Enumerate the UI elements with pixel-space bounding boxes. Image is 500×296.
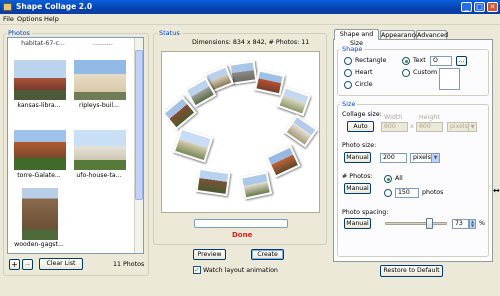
photo-spacing-slider[interactable] (385, 218, 447, 229)
photo-count: 11 Photos (113, 261, 145, 268)
photo-size-input[interactable]: 200 (380, 153, 407, 163)
num-photos-all-label: All (395, 175, 403, 182)
width-label: Width (384, 114, 403, 121)
scrollbar-thumb[interactable] (135, 50, 143, 200)
shape-text-label: Text (413, 57, 426, 64)
shape-circle-radio[interactable] (344, 81, 352, 89)
chevron-down-icon: ▼ (431, 154, 439, 162)
menu-bar: File Options Help (0, 14, 500, 25)
shape-text-radio[interactable] (402, 57, 410, 65)
dimensions-text: Dimensions: 834 x 842, # Photos: 11 (192, 39, 310, 46)
num-photos-custom-radio[interactable] (384, 189, 392, 197)
photo-spacing-label: Photo spacing: (342, 209, 389, 216)
height-input[interactable]: 600 (416, 122, 443, 132)
maximize-button[interactable]: □ (474, 2, 485, 12)
shape-custom-radio[interactable] (402, 69, 410, 77)
list-item[interactable] (22, 188, 58, 240)
slider-handle[interactable] (426, 218, 434, 229)
shape-rectangle-radio[interactable] (344, 57, 352, 65)
list-item[interactable] (74, 130, 126, 170)
collage-unit-select[interactable]: pixels ▼ (447, 122, 477, 132)
menu-options[interactable]: Options (17, 15, 42, 23)
list-item-label: wooden-gagst... (14, 241, 64, 248)
custom-shape-preview[interactable] (439, 68, 460, 90)
shape-custom-label: Custom (413, 69, 438, 76)
watch-animation-checkbox[interactable]: ✓ (193, 266, 201, 274)
photo-unit-value: pixels (413, 154, 431, 161)
menu-file[interactable]: File (3, 15, 14, 23)
list-item-label: ufo-house-ta... (76, 172, 122, 179)
size-label: Size (340, 100, 358, 108)
shape-heart-radio[interactable] (344, 69, 352, 77)
spacing-spinner[interactable]: ▲ ▼ (469, 219, 476, 229)
window-title: Shape Collage 2.0 (16, 2, 93, 11)
collage-unit-value: pixels (450, 123, 468, 130)
shape-rectangle-label: Rectangle (355, 57, 387, 64)
shape-circle-label: Circle (355, 81, 373, 88)
num-photos-label: # Photos: (342, 173, 373, 180)
photo-spacing-mode-button[interactable]: Manual (344, 218, 371, 229)
collage-photo (172, 127, 214, 163)
restore-defaults-button[interactable]: Restore to Default (380, 265, 443, 277)
list-item[interactable] (74, 60, 126, 100)
menu-help[interactable]: Help (44, 15, 59, 23)
photos-label: Photos (6, 29, 32, 37)
list-item[interactable] (14, 60, 66, 100)
num-photos-all-radio[interactable] (384, 175, 392, 183)
num-photos-input[interactable]: 150 (395, 188, 419, 198)
photo-unit-select[interactable]: pixels ▼ (410, 153, 440, 163)
spacing-unit: % (479, 220, 485, 227)
collage-photo (265, 145, 301, 178)
collage-photo (284, 114, 318, 148)
list-item-label: torre-Galate... (17, 172, 61, 179)
remove-photo-button[interactable]: − (22, 259, 33, 270)
list-item-label: ripleys-buil... (78, 102, 120, 109)
chevron-down-icon: ▼ (468, 123, 476, 131)
tab-shape-and-size[interactable]: Shape and Size (334, 29, 379, 47)
title-bar: Shape Collage 2.0 (0, 0, 500, 14)
collage-photo (239, 171, 273, 200)
close-button[interactable]: ✕ (487, 2, 498, 12)
app-icon (3, 3, 12, 11)
shape-heart-label: Heart (355, 69, 373, 76)
create-button[interactable]: Create (251, 249, 284, 260)
collage-size-label: Collage size: (342, 111, 382, 118)
resize-cursor-icon: ↔ (493, 186, 500, 195)
photo-list-scrollbar[interactable] (134, 38, 143, 253)
shape-text-input[interactable]: O (430, 56, 452, 66)
browse-button[interactable]: ... (456, 56, 467, 66)
photo-spacing-input[interactable]: 73 (452, 219, 469, 229)
photo-list[interactable]: habitat-67-c... .......... kansas-libra.… (7, 37, 144, 254)
photo-size-label: Photo size: (342, 142, 377, 149)
list-item-label: habitat-67-c... (21, 40, 65, 47)
collage-photo (277, 85, 311, 117)
list-item-label: kansas-libra... (17, 102, 61, 109)
list-item-label: .......... (93, 40, 113, 47)
list-item[interactable] (14, 130, 66, 170)
preview-button[interactable]: Preview (193, 249, 226, 260)
collage-photo (195, 167, 231, 197)
collage-preview (161, 51, 320, 213)
done-status: Done (232, 231, 253, 239)
progress-bar (194, 219, 288, 228)
watch-animation-label: Watch layout animation (203, 267, 278, 274)
num-photos-mode-button[interactable]: Manual (344, 183, 371, 194)
photos-unit-label: photos (422, 189, 444, 196)
width-input[interactable]: 600 (381, 122, 408, 132)
collage-size-mode-button[interactable]: Auto (347, 121, 374, 132)
photo-size-mode-button[interactable]: Manual (344, 152, 371, 163)
clear-list-button[interactable]: Clear List (39, 258, 83, 270)
status-label: Status (157, 29, 182, 37)
minimize-button[interactable]: _ (461, 2, 472, 12)
height-label: Height (419, 114, 440, 121)
add-photo-button[interactable]: + (9, 259, 20, 270)
collage-photo (254, 69, 285, 96)
